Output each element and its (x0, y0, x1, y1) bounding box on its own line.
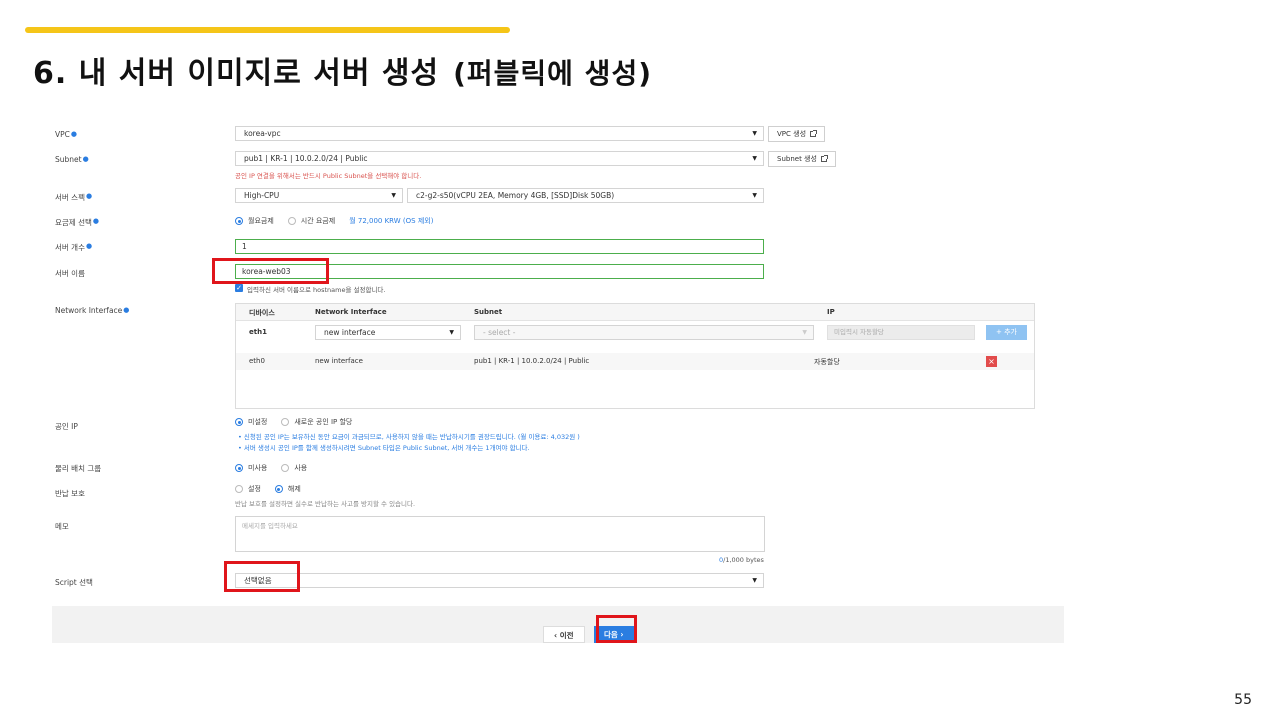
chevron-down-icon: ▼ (752, 192, 757, 199)
radio-public-ip-new[interactable] (281, 418, 290, 426)
subnet-row-select[interactable]: - select - ▼ (474, 325, 814, 340)
add-interface-button[interactable]: + 추가 (986, 325, 1027, 340)
create-subnet-button[interactable]: Subnet 생성 (768, 151, 836, 167)
prev-button[interactable]: ‹ 이전 (543, 626, 585, 643)
public-ip-note-2: • 서버 생성시 공인 IP를 함께 생성하시려면 Subnet 타입은 Pub… (238, 444, 530, 452)
server-name-label: 서버 이름 (55, 269, 85, 278)
table-row: eth0 new interface pub1 | KR-1 | 10.0.2.… (236, 353, 1034, 370)
radio-placement-off[interactable] (235, 464, 243, 472)
billing-options: 월요금제 시간 요금제 월 72,000 KRW (OS 제외) (235, 216, 433, 226)
public-ip-label: 공인 IP (55, 422, 78, 431)
public-ip-note-1: • 신청된 공인 IP는 보유하신 동안 요금이 과금되므로, 사용하지 않을 … (238, 433, 580, 441)
placement-group-label: 물리 배치 그룹 (55, 464, 102, 473)
chevron-down-icon: ▼ (752, 577, 757, 584)
server-count-label: 서버 개수● (55, 242, 93, 252)
radio-protection-on-label: 설정 (248, 485, 261, 493)
script-select[interactable]: 선택없음 ▼ (235, 573, 764, 588)
chevron-down-icon: ▼ (802, 329, 807, 336)
vpc-label: VPC● (55, 130, 77, 139)
server-spec-label: 서버 스펙● (55, 192, 93, 202)
radio-placement-on-label: 사용 (294, 464, 308, 472)
radio-public-ip-none[interactable] (235, 418, 243, 426)
header-interface: Network Interface (315, 308, 387, 316)
row-ip: 자동할당 (814, 358, 840, 366)
row-interface: new interface (315, 357, 363, 365)
chevron-down-icon: ▼ (449, 329, 454, 336)
memo-label: 메모 (55, 522, 69, 531)
external-link-icon (820, 155, 828, 162)
termination-protection-options: 설정 해제 (235, 484, 315, 494)
chevron-down-icon: ▼ (752, 130, 757, 137)
slide-title-sub: (퍼블릭에 생성) (453, 57, 652, 90)
placement-group-options: 미사용 사용 (235, 463, 321, 473)
server-type-select[interactable]: High-CPU ▼ (235, 188, 403, 203)
memo-textarea[interactable]: 메세지를 입력하세요 (235, 516, 765, 552)
radio-protection-off-label: 해제 (287, 485, 301, 493)
radio-public-ip-none-label: 미설정 (248, 418, 268, 426)
script-label: Script 선택 (55, 578, 93, 587)
server-create-form: VPC● korea-vpc ▼ VPC 생성 Subnet● pub1 | KR… (52, 118, 1064, 643)
server-count-input[interactable]: 1 (235, 239, 764, 254)
hostname-checkbox[interactable]: ✓ (235, 284, 243, 292)
billing-label: 요금제 선택● (55, 217, 99, 227)
subnet-warning: 공인 IP 연결을 위해서는 반드시 Public Subnet을 선택해야 합… (235, 172, 422, 180)
delete-row-icon[interactable]: × (986, 356, 997, 367)
memo-byte-count: 0/1,000 bytes (719, 556, 764, 564)
radio-hourly-label: 시간 요금제 (300, 217, 336, 225)
title-accent-bar (25, 27, 510, 33)
slide-title-main: 6. 내 서버 이미지로 서버 생성 (33, 56, 440, 91)
slide-title: 6. 내 서버 이미지로 서버 생성 (퍼블릭에 생성) (33, 48, 652, 92)
termination-protection-note: 반납 보호를 설정하면 실수로 반납하는 사고를 방지할 수 있습니다. (235, 500, 416, 508)
radio-monthly[interactable] (235, 217, 243, 225)
table-header: 디바이스 Network Interface Subnet IP (236, 304, 1034, 321)
hostname-note: 입력하신 서버 이름으로 hostname을 설정합니다. (247, 286, 386, 294)
radio-protection-off[interactable] (274, 485, 283, 493)
row-device: eth0 (249, 357, 265, 365)
header-ip: IP (827, 308, 835, 316)
interface-select[interactable]: new interface ▼ (315, 325, 461, 340)
radio-placement-off-label: 미사용 (248, 464, 268, 472)
subnet-select[interactable]: pub1 | KR-1 | 10.0.2.0/24 | Public ▼ (235, 151, 764, 166)
highlight-next-button (596, 615, 637, 643)
radio-protection-on[interactable] (235, 485, 243, 493)
radio-hourly[interactable] (287, 217, 296, 225)
external-link-icon (810, 130, 818, 137)
termination-protection-label: 반납 보호 (55, 489, 85, 498)
header-device: 디바이스 (249, 309, 275, 317)
row-subnet: pub1 | KR-1 | 10.0.2.0/24 | Public (474, 357, 590, 365)
highlight-script (224, 561, 300, 592)
public-ip-options: 미설정 새로운 공인 IP 할당 (235, 417, 366, 427)
billing-price: 월 72,000 KRW (OS 제외) (349, 217, 434, 225)
chevron-down-icon: ▼ (752, 155, 757, 162)
add-row-device: eth1 (249, 328, 267, 336)
page-number: 55 (1234, 692, 1252, 708)
network-interface-label: Network Interface● (55, 306, 130, 315)
network-interface-table: 디바이스 Network Interface Subnet IP eth1 ne… (235, 303, 1035, 409)
vpc-select[interactable]: korea-vpc ▼ (235, 126, 764, 141)
radio-placement-on[interactable] (281, 464, 290, 472)
radio-monthly-label: 월요금제 (248, 217, 274, 225)
header-subnet: Subnet (474, 308, 503, 316)
highlight-server-name (212, 258, 329, 284)
create-vpc-button[interactable]: VPC 생성 (768, 126, 826, 142)
subnet-label: Subnet● (55, 155, 89, 164)
chevron-down-icon: ▼ (391, 192, 396, 199)
radio-public-ip-new-label: 새로운 공인 IP 할당 (294, 418, 353, 426)
ip-input[interactable]: 미입력시 자동할당 (827, 325, 975, 340)
server-spec-select[interactable]: c2-g2-s50(vCPU 2EA, Memory 4GB, [SSD]Dis… (407, 188, 764, 203)
